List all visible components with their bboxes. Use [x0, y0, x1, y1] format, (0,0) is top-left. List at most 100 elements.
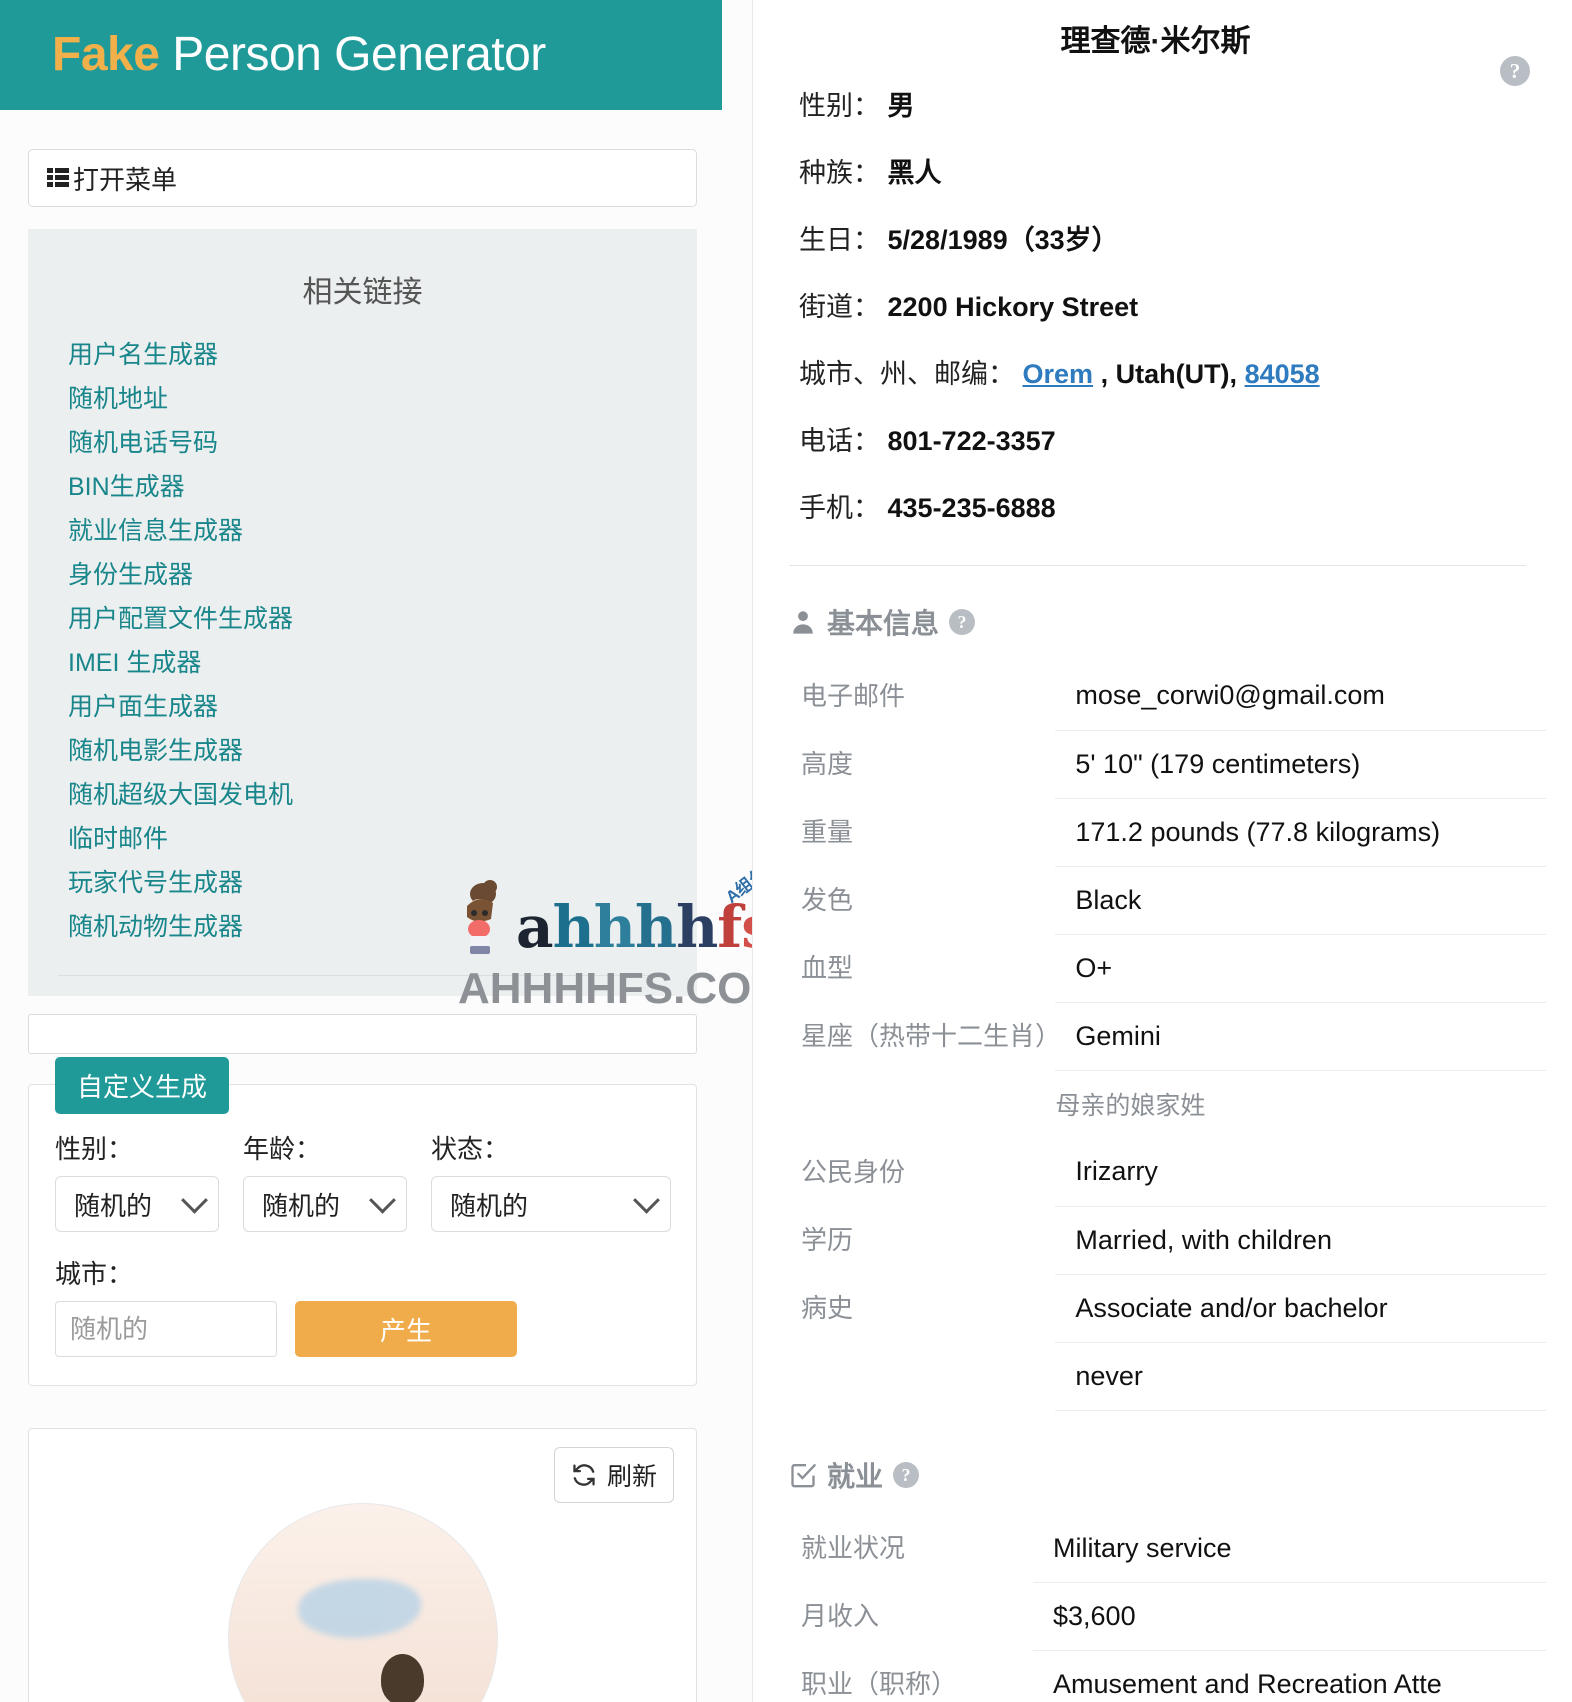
row-value-zodiac: Gemini — [1055, 1002, 1546, 1071]
row-label-weight: 重量 — [801, 816, 854, 847]
sidebar-link-identity-generator[interactable]: 身份生成器 — [28, 553, 697, 597]
sidebar-link-employment-info[interactable]: 就业信息生成器 — [28, 509, 697, 553]
refresh-button[interactable]: 刷新 — [553, 1447, 674, 1503]
person-phone-value: 801-722-3357 — [887, 426, 1056, 456]
row-value-medical-history: Associate and/or bachelor — [1055, 1274, 1546, 1343]
row-value-unlabeled: never — [1055, 1342, 1546, 1411]
row-label-hair-color: 发色 — [801, 884, 854, 915]
basic-info-section-header: 基本信息 ? — [789, 602, 1536, 642]
row-value-employment-status: Military service — [1033, 1514, 1546, 1583]
custom-generate-tab[interactable]: 自定义生成 — [55, 1057, 230, 1114]
row-label-citizenship: 公民身份 — [801, 1156, 906, 1187]
left-sidebar-column: Fake Person Generator 打开菜单 相关链接 用户名生成器 随… — [0, 0, 752, 1702]
checklist-icon — [789, 1461, 817, 1489]
city-input[interactable] — [55, 1301, 277, 1357]
sidebar-link-profile-generator[interactable]: 用户配置文件生成器 — [28, 597, 697, 641]
row-label-mothers-maiden-name: 母亲的娘家姓 — [1055, 1092, 1206, 1121]
row-label-email: 电子邮件 — [801, 680, 906, 711]
row-label-unlabeled — [785, 1342, 1055, 1410]
age-select[interactable]: 随机的 — [243, 1176, 407, 1232]
brand-header: Fake Person Generator — [0, 0, 722, 110]
table-row: 职业（职称） Amusement and Recreation Atte — [785, 1650, 1546, 1702]
row-value-occupation: Amusement and Recreation Atte — [1033, 1650, 1546, 1702]
sidebar-link-random-address[interactable]: 随机地址 — [28, 377, 697, 421]
sidebar-link-face-generator[interactable]: 用户面生成器 — [28, 685, 697, 729]
sidebar-link-superpower-generator[interactable]: 随机超级大国发电机 — [28, 773, 697, 817]
row-label-height: 高度 — [801, 748, 854, 779]
unlabeled-input[interactable] — [28, 1014, 697, 1054]
row-label-blood-type: 血型 — [801, 952, 854, 983]
person-race-value: 黑人 — [887, 158, 942, 188]
person-state-value: Utah(UT), — [1115, 359, 1238, 389]
status-label: 状态： — [431, 1134, 510, 1164]
person-zip-link[interactable]: 84058 — [1245, 359, 1320, 389]
sidebar-link-temp-mail[interactable]: 临时邮件 — [28, 817, 697, 861]
age-label: 年龄： — [243, 1134, 322, 1164]
status-select[interactable]: 随机的 — [431, 1176, 671, 1232]
status-select-value: 随机的 — [450, 1190, 529, 1221]
gender-select-value: 随机的 — [74, 1190, 153, 1221]
row-value-monthly-income: $3,600 — [1033, 1582, 1546, 1651]
person-gender-value: 男 — [887, 91, 915, 121]
generate-button[interactable]: 产生 — [295, 1301, 517, 1357]
row-value-education: Married, with children — [1055, 1206, 1546, 1275]
table-row: 公民身份 Irizarry — [785, 1138, 1546, 1207]
refresh-label: 刷新 — [606, 1463, 657, 1491]
row-value-height: 5' 10" (179 centimeters) — [1055, 730, 1546, 799]
table-row: 病史 Associate and/or bachelor — [785, 1274, 1546, 1343]
person-city-separator: , — [1093, 359, 1116, 389]
row-value-hair-color: Black — [1055, 866, 1546, 935]
person-birthday-value: 5/28/1989（33岁） — [887, 225, 1119, 255]
person-city-link[interactable]: Orem — [1023, 359, 1094, 389]
avatar[interactable] — [227, 1503, 498, 1702]
help-icon[interactable]: ? — [893, 1461, 920, 1488]
help-icon[interactable]: ? — [1500, 56, 1530, 86]
table-row: 星座（热带十二生肖） Gemini — [785, 1002, 1546, 1071]
row-label-education: 学历 — [801, 1224, 854, 1255]
sidebar-link-random-movie[interactable]: 随机电影生成器 — [28, 729, 697, 773]
row-label-zodiac: 星座（热带十二生肖） — [801, 1020, 1062, 1051]
person-street-label: 街道： — [799, 292, 880, 322]
open-menu-label-wrap: 打开菜单 — [47, 160, 177, 197]
table-row: never — [785, 1342, 1546, 1411]
open-menu-button[interactable]: 打开菜单 — [28, 149, 697, 207]
table-row: 月收入 $3,600 — [785, 1582, 1546, 1651]
city-label: 城市： — [55, 1259, 134, 1289]
sidebar-link-gamertag-generator[interactable]: 玩家代号生成器 — [28, 861, 697, 905]
page-title: Fake Person Generator — [52, 31, 546, 79]
related-links-title: 相关链接 — [302, 276, 423, 309]
city-row: 产生 — [55, 1301, 670, 1357]
sidebar-link-username-generator[interactable]: 用户名生成器 — [28, 333, 697, 377]
row-label-spacer — [785, 1070, 1055, 1138]
row-label-occupation: 职业（职称） — [801, 1669, 958, 1700]
gender-select[interactable]: 随机的 — [55, 1176, 219, 1232]
table-row: 电子邮件 mose_corwi0@gmail.com — [785, 662, 1546, 731]
watermark-subtitle: A组分享 — [722, 853, 752, 908]
table-row: 学历 Married, with children — [785, 1206, 1546, 1275]
sidebar-link-random-animal[interactable]: 随机动物生成器 — [28, 905, 697, 949]
row-label-employment-status: 就业状况 — [801, 1533, 906, 1564]
row-label-medical-history: 病史 — [801, 1292, 854, 1323]
app-root: Fake Person Generator 打开菜单 相关链接 用户名生成器 随… — [0, 0, 1572, 1702]
chevron-down-icon — [181, 1186, 208, 1214]
chevron-down-icon — [633, 1186, 660, 1214]
custom-generate-card: 自定义生成 性别： 随机的 年龄： 随机的 状态： 随机的 城市： 随机的 产生 — [28, 1057, 697, 1386]
table-row: 高度 5' 10" (179 centimeters) — [785, 730, 1546, 799]
employment-table: 就业状况 Military service 月收入 $3,600 职业（职称） … — [785, 1514, 1546, 1702]
person-birthday-label: 生日： — [799, 225, 880, 255]
refresh-icon — [571, 1462, 597, 1488]
related-links-panel: 相关链接 用户名生成器 随机地址 随机电话号码 BIN生成器 就业信息生成器 身… — [28, 229, 697, 996]
person-detail-column: ? 理查德·米尔斯 性别： 男 种族： 黑人 生日： 5/28/1989（33岁… — [752, 0, 1572, 1702]
sidebar-link-bin-generator[interactable]: BIN生成器 — [28, 465, 697, 509]
person-birthday-row: 生日： 5/28/1989（33岁） — [775, 218, 1536, 257]
person-mobile-row: 手机： 435-235-6888 — [775, 486, 1536, 525]
avatar-sky-shape — [298, 1579, 422, 1638]
person-race-row: 种族： 黑人 — [775, 151, 1536, 190]
sidebar-link-imei-generator[interactable]: IMEI 生成器 — [28, 641, 697, 685]
person-gender-row: 性别： 男 — [775, 84, 1536, 123]
person-mobile-value: 435-235-6888 — [887, 493, 1056, 523]
table-row: 就业状况 Military service — [785, 1514, 1546, 1583]
sidebar-link-random-phone[interactable]: 随机电话号码 — [28, 421, 697, 465]
help-icon[interactable]: ? — [949, 609, 976, 635]
row-value-blood-type: O+ — [1055, 934, 1546, 1003]
